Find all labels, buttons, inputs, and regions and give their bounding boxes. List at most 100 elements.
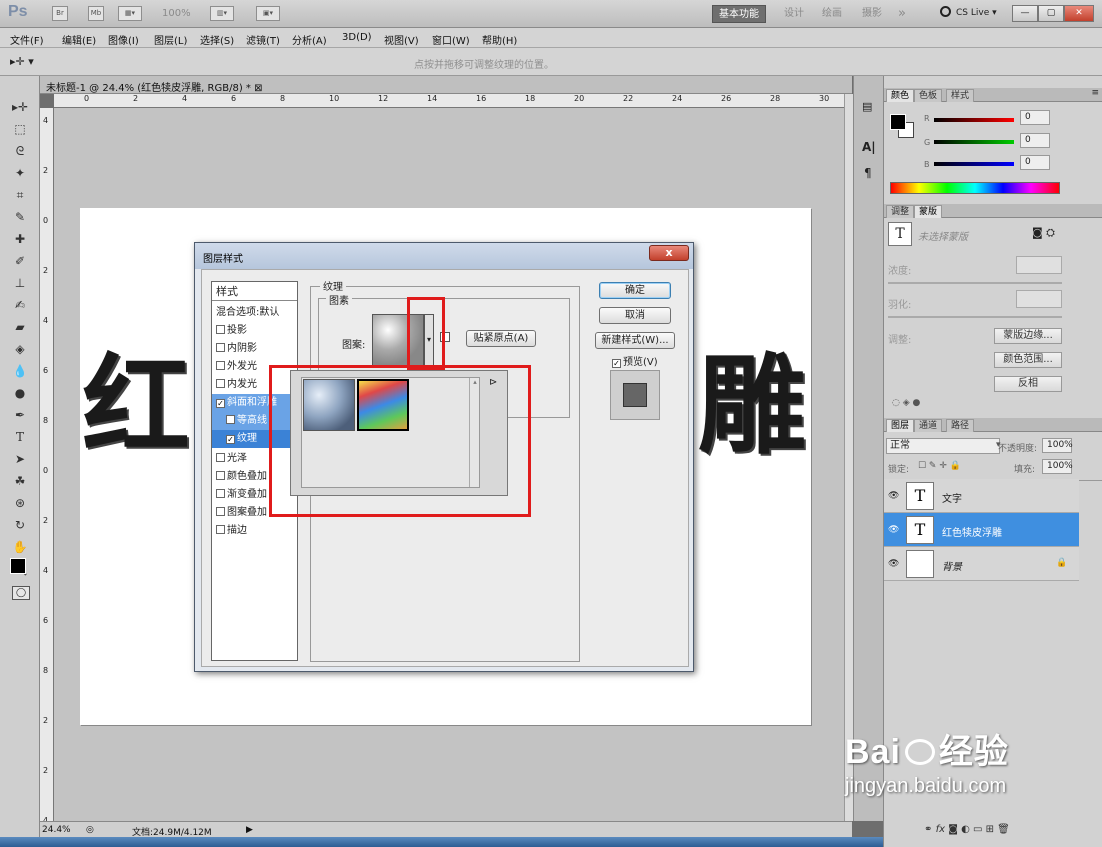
menu-view[interactable]: 视图(V) bbox=[384, 32, 419, 47]
checkbox[interactable] bbox=[216, 489, 225, 498]
ok-button[interactable]: 确定 bbox=[599, 282, 671, 299]
color-spectrum-bar[interactable] bbox=[890, 182, 1060, 194]
healing-brush-tool-icon[interactable]: ✚ bbox=[10, 230, 30, 248]
menu-window[interactable]: 窗口(W) bbox=[432, 32, 470, 47]
marquee-tool-icon[interactable]: ⬚ bbox=[10, 120, 30, 138]
move-tool-icon[interactable]: ▸✛ bbox=[10, 98, 30, 116]
checkbox[interactable] bbox=[216, 471, 225, 480]
blending-options-item[interactable]: 混合选项:默认 bbox=[212, 304, 297, 322]
dialog-close-button[interactable]: x bbox=[649, 245, 689, 261]
density-slider[interactable] bbox=[888, 282, 1062, 284]
layer-row[interactable]: 👁 背景 🔒 bbox=[884, 547, 1079, 581]
checkbox[interactable] bbox=[216, 379, 225, 388]
style-item-stroke[interactable]: 描边 bbox=[212, 522, 297, 540]
history-brush-tool-icon[interactable]: ✍ bbox=[10, 296, 30, 314]
channel-b-slider[interactable] bbox=[934, 162, 1014, 166]
eyedropper-tool-icon[interactable]: ✎ bbox=[10, 208, 30, 226]
paragraph-panel-icon[interactable]: ¶ bbox=[864, 166, 872, 180]
quick-select-tool-icon[interactable]: ✦ bbox=[10, 164, 30, 182]
cslive-menu[interactable]: CS Live ▾ bbox=[956, 8, 997, 18]
tab-adjustments[interactable]: 调整 bbox=[886, 205, 915, 218]
screen-mode-icon[interactable]: ▣▾ bbox=[256, 6, 280, 21]
minimize-button[interactable]: — bbox=[1012, 5, 1038, 22]
status-nav-icon[interactable]: ◎ bbox=[86, 825, 94, 835]
eye-icon[interactable]: 👁 bbox=[888, 491, 899, 501]
workspace-painting[interactable]: 绘画 bbox=[822, 5, 842, 23]
menu-help[interactable]: 帮助(H) bbox=[482, 32, 517, 47]
menu-3d[interactable]: 3D(D) bbox=[342, 32, 372, 43]
layer-row[interactable]: 👁 T 文字 bbox=[884, 479, 1079, 513]
menu-file[interactable]: 文件(F) bbox=[10, 32, 44, 47]
arrange-documents-icon[interactable]: ▥▾ bbox=[210, 6, 234, 21]
pen-tool-icon[interactable]: ✒ bbox=[10, 406, 30, 424]
document-tab[interactable]: 未标题-1 @ 24.4% (红色犊皮浮雕, RGB/8) * ⊠ bbox=[40, 76, 852, 94]
channel-g-slider[interactable] bbox=[934, 140, 1014, 144]
checkbox[interactable]: ✓ bbox=[216, 399, 225, 408]
dialog-titlebar[interactable]: 图层样式 x bbox=[195, 243, 693, 269]
layers-footer[interactable]: ⚭ fx ◙ ◐ ▭ ⊞ 🗑 bbox=[924, 824, 1010, 835]
channel-g-value[interactable]: 0 bbox=[1020, 133, 1050, 148]
cancel-button[interactable]: 取消 bbox=[599, 307, 671, 324]
status-menu-arrow[interactable]: ▶ bbox=[246, 825, 253, 835]
menu-analysis[interactable]: 分析(A) bbox=[292, 32, 327, 47]
move-tool-preset-icon[interactable]: ▸✛ ▾ bbox=[10, 55, 34, 68]
fill-field[interactable]: 100% bbox=[1042, 459, 1073, 474]
lasso-tool-icon[interactable]: ᘓ bbox=[10, 142, 30, 160]
layer-row-selected[interactable]: 👁 T 红色犊皮浮雕 bbox=[884, 513, 1079, 547]
mask-footer-icons[interactable]: ◌ ◈ ● bbox=[892, 398, 920, 408]
checkbox[interactable] bbox=[216, 361, 225, 370]
channel-b-value[interactable]: 0 bbox=[1020, 155, 1050, 170]
styles-header[interactable]: 样式 bbox=[212, 283, 297, 301]
3d-orbit-tool-icon[interactable]: ↻ bbox=[10, 516, 30, 534]
tab-paths[interactable]: 路径 bbox=[946, 419, 975, 432]
menu-edit[interactable]: 编辑(E) bbox=[62, 32, 96, 47]
bridge-icon[interactable]: Br bbox=[52, 6, 68, 21]
density-field[interactable] bbox=[1016, 256, 1062, 274]
opacity-field[interactable]: 100% bbox=[1042, 438, 1073, 453]
checkbox[interactable] bbox=[226, 415, 235, 424]
checkbox[interactable] bbox=[216, 343, 225, 352]
restore-button[interactable]: ▢ bbox=[1038, 5, 1064, 22]
tab-masks[interactable]: 蒙版 bbox=[914, 205, 943, 218]
type-tool-icon[interactable]: T bbox=[10, 428, 30, 446]
tab-color[interactable]: 颜色 bbox=[886, 89, 915, 102]
channel-r-value[interactable]: 0 bbox=[1020, 110, 1050, 125]
eraser-tool-icon[interactable]: ▰ bbox=[10, 318, 30, 336]
minibridge-icon[interactable]: Mb bbox=[88, 6, 104, 21]
style-item-drop-shadow[interactable]: 投影 bbox=[212, 322, 297, 340]
tab-channels[interactable]: 通道 bbox=[914, 419, 943, 432]
foreground-color-swatch[interactable] bbox=[10, 558, 26, 574]
workspace-design[interactable]: 设计 bbox=[784, 5, 804, 23]
tab-layers[interactable]: 图层 bbox=[886, 419, 915, 432]
style-item-inner-shadow[interactable]: 内阴影 bbox=[212, 340, 297, 358]
mask-edge-button[interactable]: 蒙版边缘... bbox=[994, 328, 1062, 344]
tab-swatches[interactable]: 色板 bbox=[914, 89, 943, 102]
workspace-photography[interactable]: 摄影 bbox=[862, 5, 882, 23]
view-extras-icon[interactable]: ▦▾ bbox=[118, 6, 142, 21]
more-workspaces-button[interactable]: » bbox=[898, 5, 906, 23]
color-range-button[interactable]: 颜色范围... bbox=[994, 352, 1062, 368]
new-style-button[interactable]: 新建样式(W)... bbox=[595, 332, 675, 349]
3d-rotate-tool-icon[interactable]: ⊛ bbox=[10, 494, 30, 512]
tab-styles[interactable]: 样式 bbox=[946, 89, 975, 102]
blur-tool-icon[interactable]: 💧 bbox=[10, 362, 30, 380]
zoom-level-menu[interactable]: 100% bbox=[162, 8, 191, 19]
menu-select[interactable]: 选择(S) bbox=[200, 32, 234, 47]
paint-bucket-tool-icon[interactable]: ◈ bbox=[10, 340, 30, 358]
eye-icon[interactable]: 👁 bbox=[888, 525, 899, 535]
blend-mode-select[interactable]: 正常 bbox=[886, 438, 1000, 454]
invert-button[interactable]: 反相 bbox=[994, 376, 1062, 392]
snap-to-origin-button[interactable]: 贴紧原点(A) bbox=[466, 330, 536, 347]
preview-checkbox[interactable]: ✓ 预览(V) bbox=[612, 353, 658, 368]
vertical-scrollbar[interactable] bbox=[844, 94, 853, 821]
menu-layer[interactable]: 图层(L) bbox=[154, 32, 187, 47]
eye-icon[interactable]: 👁 bbox=[888, 559, 899, 569]
quick-mask-icon[interactable]: ◯ bbox=[12, 586, 30, 600]
feather-slider[interactable] bbox=[888, 316, 1062, 318]
path-selection-tool-icon[interactable]: ➤ bbox=[10, 450, 30, 468]
checkbox[interactable] bbox=[216, 507, 225, 516]
workspace-essentials[interactable]: 基本功能 bbox=[712, 5, 766, 23]
hand-tool-icon[interactable]: ✋ bbox=[10, 538, 30, 556]
brush-tool-icon[interactable]: ✐ bbox=[10, 252, 30, 270]
checkbox[interactable] bbox=[216, 525, 225, 534]
